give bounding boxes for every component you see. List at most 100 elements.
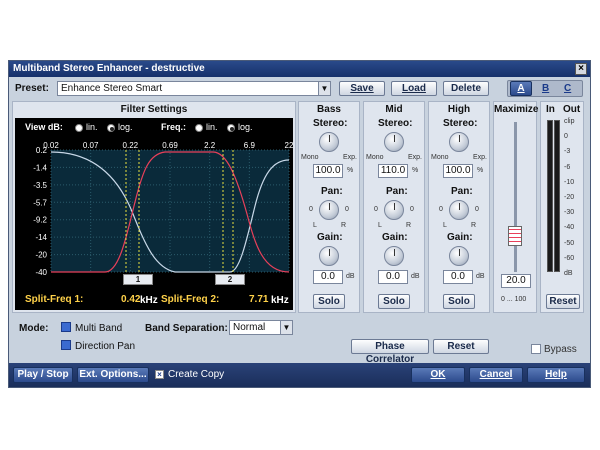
split1-handle[interactable]: 1 xyxy=(123,274,153,285)
bypass-checkbox[interactable] xyxy=(531,344,541,354)
maximize-slider-thumb[interactable] xyxy=(508,226,522,246)
maximize-value[interactable]: 20.0 xyxy=(501,274,531,288)
gain-value-field[interactable]: 0.0 xyxy=(313,270,343,284)
mode-label: Mode: xyxy=(19,323,49,334)
meter-tick-label: 0 xyxy=(564,133,568,141)
gain-knob[interactable] xyxy=(449,246,469,266)
bottom-toolbar: Play / Stop Ext. Options... × Create Cop… xyxy=(9,363,590,387)
split2-handle[interactable]: 2 xyxy=(215,274,245,285)
view-db-log-label: log. xyxy=(118,122,133,132)
abc-selector: A B C xyxy=(507,80,583,97)
preset-slot-b[interactable]: B xyxy=(542,83,549,94)
output-level-meter xyxy=(554,120,560,272)
gain-knob[interactable] xyxy=(384,246,404,266)
band-panel-high: High Stereo: Mono Exp. 100.0 % Pan: 0 0 … xyxy=(428,101,490,313)
pan-right-num: 0 xyxy=(410,206,414,213)
help-button[interactable]: Help xyxy=(527,367,585,383)
view-db-lin-radio[interactable] xyxy=(75,124,83,132)
pan-r-label: R xyxy=(406,222,412,229)
ext-options-button[interactable]: Ext. Options... xyxy=(77,367,149,383)
title-bar: Multiband Stereo Enhancer - destructive … xyxy=(9,61,590,77)
pan-knob[interactable] xyxy=(449,200,469,220)
maximize-panel: Maximize 20.0 0 ... 100 xyxy=(493,101,538,313)
pan-l-label: L xyxy=(443,222,447,229)
split2-value: 7.71 xyxy=(249,294,269,305)
reset-button[interactable]: Reset xyxy=(433,339,489,354)
multi-band-checkbox[interactable] xyxy=(61,322,71,332)
preset-dropdown[interactable]: Enhance Stereo Smart ▼ xyxy=(57,81,331,96)
chevron-down-icon[interactable]: ▼ xyxy=(318,82,330,95)
gain-knob[interactable] xyxy=(319,246,339,266)
pan-left-num: 0 xyxy=(439,206,443,213)
db-tick-label: -1.4 xyxy=(33,163,47,172)
preset-slot-c[interactable]: C xyxy=(564,83,571,94)
cancel-button[interactable]: Cancel xyxy=(469,367,523,383)
solo-button[interactable]: Solo xyxy=(378,294,410,309)
pan-right-num: 0 xyxy=(475,206,479,213)
view-db-log-radio[interactable] xyxy=(107,124,115,132)
window-title: Multiband Stereo Enhancer - destructive xyxy=(13,63,205,74)
band-separation-value: Normal xyxy=(233,322,266,333)
maximize-slider-track[interactable] xyxy=(514,122,517,272)
direction-pan-checkbox[interactable] xyxy=(61,340,71,350)
freq-label: Freq.: xyxy=(161,122,187,132)
band-title: Mid xyxy=(385,104,403,115)
freq-tick-label: 6.9 xyxy=(244,141,256,150)
stereo-pct-label: % xyxy=(477,167,484,174)
db-tick-label: -14 xyxy=(35,233,47,242)
pan-knob[interactable] xyxy=(319,200,339,220)
gain-db-label: dB xyxy=(411,273,420,280)
stereo-knob[interactable] xyxy=(449,132,469,152)
multi-band-label: Multi Band xyxy=(75,323,123,334)
stereo-value-field[interactable]: 110.0 xyxy=(378,164,408,178)
save-button[interactable]: Save xyxy=(339,81,385,96)
phase-correlator-button[interactable]: Phase Correlator xyxy=(351,339,429,365)
stereo-label: Stereo: xyxy=(443,118,478,129)
db-tick-label: -3.5 xyxy=(33,181,47,190)
gain-label: Gain: xyxy=(447,232,473,243)
split2-label: Split-Freq 2: xyxy=(161,294,220,305)
delete-button[interactable]: Delete xyxy=(443,81,489,96)
crossover-curve-plot[interactable]: 0.02 0.07 0.22 0.69 2.2 6.9 22 0.2-1.4-3.5-5.7… xyxy=(15,138,293,278)
meter-reset-button[interactable]: Reset xyxy=(546,294,580,309)
stereo-value-field[interactable]: 100.0 xyxy=(313,164,343,178)
freq-lin-radio[interactable] xyxy=(195,124,203,132)
meter-tick-label: -40 xyxy=(564,224,575,232)
gain-label: Gain: xyxy=(382,232,408,243)
pan-left-num: 0 xyxy=(374,206,378,213)
stereo-mono-label: Mono xyxy=(366,154,384,161)
ok-button[interactable]: OK xyxy=(411,367,465,383)
chevron-down-icon[interactable]: ▼ xyxy=(280,321,292,334)
filter-settings-title: Filter Settings xyxy=(120,104,188,115)
stereo-knob[interactable] xyxy=(319,132,339,152)
db-tick-label: -9.2 xyxy=(33,216,47,225)
band-separation-dropdown[interactable]: Normal ▼ xyxy=(229,320,293,335)
filter-graph-area: View dB: lin. log. Freq.: lin. log. 0.02… xyxy=(15,118,293,310)
stereo-knob[interactable] xyxy=(384,132,404,152)
play-stop-button[interactable]: Play / Stop xyxy=(13,367,73,383)
load-button[interactable]: Load xyxy=(391,81,437,96)
stereo-value-field[interactable]: 100.0 xyxy=(443,164,473,178)
db-tick-label: 0.2 xyxy=(36,146,48,155)
gain-value-field[interactable]: 0.0 xyxy=(443,270,473,284)
freq-log-label: log. xyxy=(238,122,253,132)
close-button[interactable]: × xyxy=(575,63,587,75)
freq-log-radio[interactable] xyxy=(227,124,235,132)
pan-label: Pan: xyxy=(451,186,473,197)
band-panel-bass: Bass Stereo: Mono Exp. 100.0 % Pan: 0 0 … xyxy=(298,101,360,313)
meter-tick-label: -50 xyxy=(564,239,575,247)
solo-button[interactable]: Solo xyxy=(313,294,345,309)
pan-knob[interactable] xyxy=(384,200,404,220)
create-copy-checkbox[interactable]: × xyxy=(155,370,164,379)
solo-button[interactable]: Solo xyxy=(443,294,475,309)
meter-tick-label: -60 xyxy=(564,254,575,262)
input-level-meter xyxy=(547,120,553,272)
gain-value-field[interactable]: 0.0 xyxy=(378,270,408,284)
preset-slot-a[interactable]: A xyxy=(510,81,532,96)
db-tick-labels: 0.2 -1.4 -3.5 -5.7 -9.2 -14 -20 -40 xyxy=(33,146,47,277)
band-title: Bass xyxy=(317,104,341,115)
stereo-pct-label: % xyxy=(347,167,354,174)
stereo-mono-label: Mono xyxy=(301,154,319,161)
freq-tick-label: 2.2 xyxy=(204,141,216,150)
plugin-window: Multiband Stereo Enhancer - destructive … xyxy=(8,60,591,388)
